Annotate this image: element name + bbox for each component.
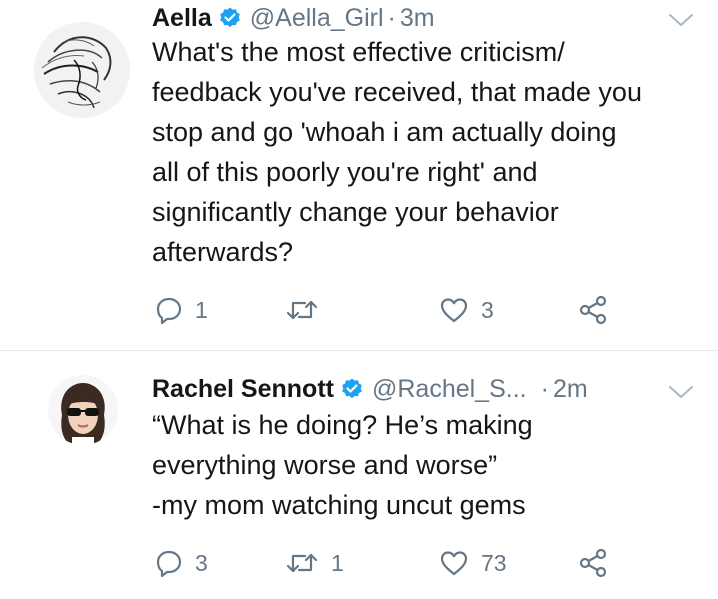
reply-button[interactable]: 1 [155, 290, 208, 330]
retweet-button[interactable] [285, 290, 331, 330]
avatar[interactable] [34, 22, 130, 118]
reply-button[interactable]: 3 [155, 543, 208, 583]
like-button[interactable]: 73 [439, 543, 507, 583]
reply-count: 3 [195, 549, 208, 576]
chevron-down-icon[interactable] [668, 384, 694, 400]
retweet-icon [285, 296, 319, 324]
author-handle[interactable]: @Aella_Girl [250, 4, 384, 33]
tweet-header: Aella @Aella_Girl · 3m [152, 0, 435, 36]
tweet-header: Rachel Sennott @Rachel_S... · 2m [152, 369, 588, 409]
author-handle[interactable]: @Rachel_S... [372, 375, 527, 404]
timestamp[interactable]: 3m [400, 4, 435, 33]
heart-icon [439, 296, 469, 324]
share-icon [577, 548, 609, 578]
share-button[interactable] [577, 290, 609, 330]
verified-badge-icon [340, 377, 364, 401]
separator-dot: · [387, 3, 396, 32]
reply-icon [155, 549, 183, 577]
tweet-text: “What is he doing? He’s making everythin… [152, 410, 533, 520]
retweet-button[interactable]: 1 [285, 543, 344, 583]
timestamp[interactable]: 2m [553, 375, 588, 404]
like-count: 73 [481, 549, 507, 576]
avatar-photo-image [48, 375, 118, 445]
tweet-text: What's the most effective criticism/ fee… [152, 37, 642, 267]
retweet-count: 1 [331, 549, 344, 576]
tweet-actions: 3 1 73 [155, 543, 675, 583]
share-button[interactable] [577, 543, 609, 583]
retweet-icon [285, 549, 319, 577]
tweet[interactable]: Aella @Aella_Girl · 3m What's the most e… [0, 0, 718, 350]
tweet-actions: 1 3 [155, 290, 675, 330]
author-name[interactable]: Rachel Sennott [152, 375, 334, 404]
share-icon [577, 295, 609, 325]
reply-count: 1 [195, 296, 208, 323]
chevron-down-icon[interactable] [668, 12, 694, 28]
separator-dot: · [540, 374, 549, 403]
heart-icon [439, 549, 469, 577]
reply-icon [155, 296, 183, 324]
like-count: 3 [481, 296, 494, 323]
avatar-sketch-image [34, 22, 130, 118]
like-button[interactable]: 3 [439, 290, 494, 330]
tweet[interactable]: Rachel Sennott @Rachel_S... · 2m “What i… [0, 351, 718, 599]
avatar[interactable] [48, 375, 118, 445]
author-name[interactable]: Aella [152, 4, 212, 33]
verified-badge-icon [218, 6, 242, 30]
